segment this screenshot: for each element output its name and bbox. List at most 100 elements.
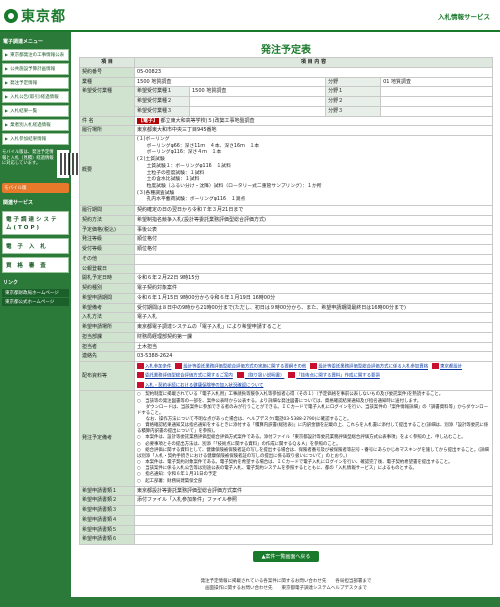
table-row: その他	[79, 253, 493, 265]
row-label: その他	[79, 253, 135, 265]
sub-label: 希望受付業種１	[134, 86, 190, 97]
row-label: 担当者	[79, 341, 135, 353]
row-value: 05-00823	[134, 66, 493, 78]
sidebar-item[interactable]: 業者別入札経過情報	[2, 119, 69, 131]
table-row: 契約種別 電子契約対象案件	[79, 283, 493, 294]
row-label: 希望申請書類１	[79, 485, 135, 497]
download-link[interactable]: 委託業務評価型総合評価方式に関するご案内	[145, 374, 233, 379]
table-row: 担当者 土木担当	[79, 341, 493, 353]
download-link[interactable]: （取り扱い説明書）	[245, 374, 285, 379]
pdf-icon	[137, 381, 144, 388]
main-content: 発注予定表 項 目 項 目 内 容 契約番号 05-00823 業種 1500 …	[78, 32, 494, 563]
row-value: 東京都設計等委託業務評価型総合評価方式案件	[134, 485, 493, 497]
row-label: 希望申請期間	[79, 292, 135, 304]
row-label: 履行場所	[79, 125, 135, 136]
sidebar-item[interactable]: 入札参加結果情報	[2, 133, 69, 145]
row-label: 希望申請書類３	[79, 505, 135, 516]
download-link[interactable]: 東京都設計	[440, 365, 462, 370]
table-row: 希望申請期間 令和６年１月15日 9時00分から令和６年１月19日 16時00分	[79, 292, 493, 304]
table-row: 担当部課 財務局経理部契約第一課	[79, 331, 493, 343]
back-to-list-button[interactable]: ▲案件一覧画面へ戻る	[253, 551, 319, 563]
download-item[interactable]: 東京都設計	[432, 363, 462, 370]
page-title: 発注予定表	[261, 45, 311, 56]
download-item[interactable]: 入札・契約手続における健康保険等の加入状況確認について	[137, 381, 263, 389]
row-value	[134, 524, 493, 536]
tokyo-official-link[interactable]: 東京都公式ホームページ	[2, 298, 69, 306]
row-label: 入札方法	[79, 312, 135, 324]
table-row: 履行期間 契約確定の日の翌日から令和７年３月21日まで	[79, 205, 493, 216]
download-item[interactable]: 入札参加条件	[137, 363, 171, 370]
row-label: 受付等級	[79, 244, 135, 255]
download-link[interactable]: 設計等委託業務評価型総合評価方式に係る入札参加資格	[318, 365, 428, 370]
row-label: 希望申請場所	[79, 322, 135, 333]
sidebar: 電子調達メニュー 東京都発注の工事情報公表公共施設予算計画情報発注予定情報入札公…	[0, 32, 82, 607]
sidebar-item[interactable]: 入札公告(取引)経過情報	[2, 91, 69, 103]
sub-value: 1500 地質調査	[188, 86, 327, 97]
links-heading: リンク	[3, 280, 19, 286]
download-item[interactable]: 設計等委託業務評価型総合評価方式に係る入札参加資格	[310, 363, 428, 370]
row-value: 希望制指名競争入札(設計等委託業務評価型総合評価方式)	[134, 214, 493, 226]
qualification-link[interactable]: 資 格 審 査	[2, 257, 69, 273]
field-label: 分野	[325, 76, 382, 88]
row-label: 予定価格(税込)	[79, 224, 135, 236]
row-label: 希望申請書類５	[79, 524, 135, 536]
table-row: 希望申請書類３	[79, 505, 493, 516]
project-name: 都立東大和高等学校(５)改築工事地盤調査	[160, 117, 255, 124]
mobile-version-button[interactable]: モバイル版	[2, 183, 69, 193]
row-value: 【電子】 都立東大和高等学校(５)改築工事地盤調査	[134, 115, 493, 127]
download-link[interactable]: 入札参加条件	[145, 365, 171, 370]
field-value: 01 地質調査	[380, 76, 493, 88]
row-label: 発注予定備考	[79, 390, 135, 487]
pdf-icon	[432, 363, 440, 370]
pdf-icon	[236, 372, 244, 379]
row-value: 順位格付	[134, 234, 493, 246]
row-value: 東京都電子調達システムの「電子入札」により希望申請すること	[134, 322, 493, 333]
table-row: 連絡先 03-5388-2624	[79, 351, 493, 363]
sidebar-item[interactable]: 入札結果一覧	[2, 105, 69, 117]
row-label: 契約番号	[79, 66, 135, 78]
sidebar-item[interactable]: 公共施設予算計画情報	[2, 63, 69, 75]
row-label: 公報登載日	[79, 263, 135, 275]
tokyo-logo[interactable]: 東京都	[4, 6, 66, 26]
download-link[interactable]: 入札・契約手続における健康保険等の加入状況確認について	[145, 383, 263, 388]
qr-code-icon	[57, 150, 82, 178]
e-bidding-link[interactable]: 電 子 入 札	[2, 238, 69, 254]
sidebar-item[interactable]: 東京都発注の工事情報公表	[2, 49, 69, 61]
finance-bureau-link[interactable]: 東京都財政局ホームページ	[2, 289, 69, 297]
sidebar-item[interactable]: 発注予定情報	[2, 77, 69, 89]
table-row: 希望申請書類５	[79, 524, 493, 536]
row-value: 令和６年２月22日 9時15分	[134, 273, 493, 285]
row-value: 東京都東大和市中央三丁目945番地	[134, 125, 493, 136]
download-item[interactable]: 委託業務評価型総合評価方式に関するご案内	[137, 372, 233, 379]
field-value	[380, 96, 493, 107]
pdf-icon	[288, 372, 296, 379]
row-label: 希望申請書類４	[79, 514, 135, 526]
footer-bar	[0, 597, 500, 607]
page-header: 東京都 入札情報サービス	[0, 0, 500, 32]
field-label: 分野３	[325, 105, 382, 117]
footer-line: 画面操作に関するお問い合わせ先 東京都電子調達システムヘルプデスクまで	[205, 585, 367, 591]
row-label: 希望備考	[79, 302, 135, 314]
field-label: 分野２	[325, 96, 382, 107]
download-list: 入札参加条件 設計等委託業務評価型総合評価方式の実施に関する要綱その他 設計等委託業…	[134, 361, 493, 392]
logo-text: 東京都	[21, 9, 66, 25]
download-link[interactable]: 設計等委託業務評価型総合評価方式の実施に関する要綱その他	[183, 365, 306, 370]
row-value	[134, 253, 493, 265]
row-value: 契約確定の日の翌日から令和７年３月21日まで	[134, 205, 493, 216]
procurement-top-link[interactable]: 電子調達システム(TOP)	[2, 211, 69, 235]
row-value: 土木担当	[134, 341, 493, 353]
table-row: 希望申請書類１ 東京都設計等委託業務評価型総合評価方式案件	[79, 485, 493, 497]
download-link[interactable]: 「技術点に関する資料」作成に関する要領	[296, 374, 379, 379]
row-value: 添付ファイル「入札参加条件」ファイル参照	[134, 495, 493, 507]
table-row: 予定価格(税込) 事後公表	[79, 224, 493, 236]
row-value: 03-5388-2624	[134, 351, 493, 363]
service-title: 入札情報サービス	[438, 13, 490, 21]
header-item: 項 目	[79, 57, 135, 68]
download-item[interactable]: 「技術点に関する資料」作成に関する要領	[288, 372, 380, 379]
sub-value	[188, 105, 327, 117]
row-label: 業種	[79, 76, 135, 88]
download-item[interactable]: 設計等委託業務評価型総合評価方式の実施に関する要綱その他	[175, 363, 306, 370]
download-item[interactable]: （取り扱い説明書）	[236, 372, 285, 379]
row-label: 件 名	[79, 115, 135, 127]
row-value	[134, 514, 493, 526]
